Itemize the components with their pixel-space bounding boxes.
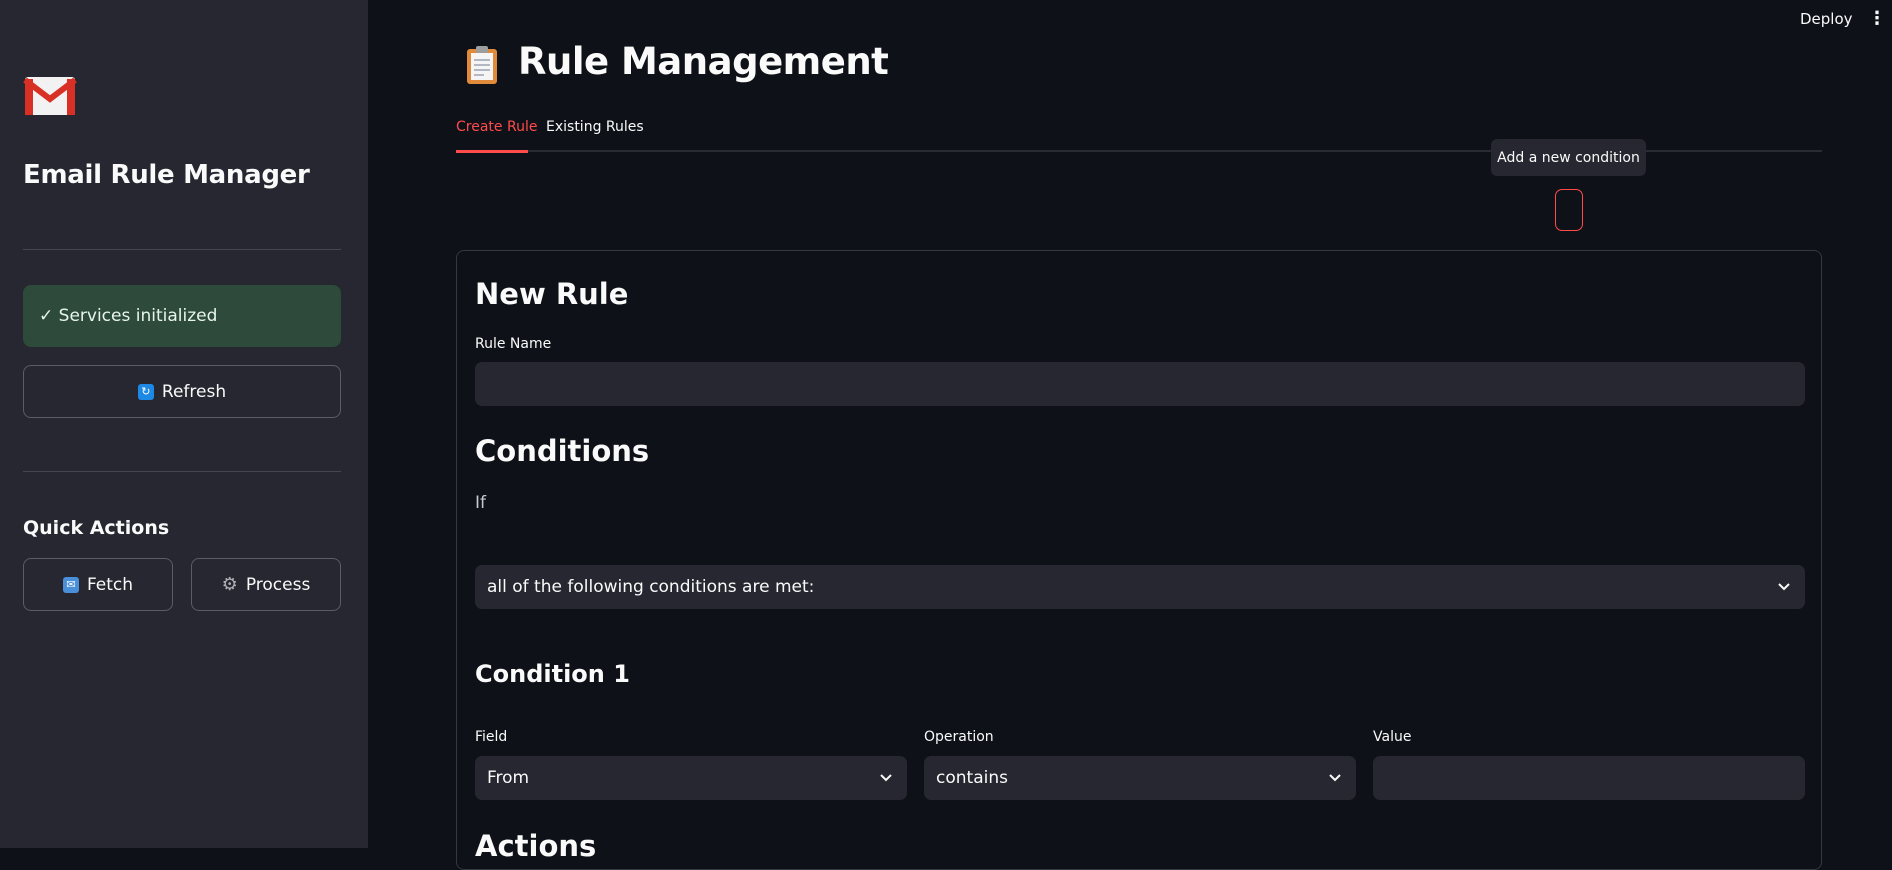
refresh-button[interactable]: ↻ Refresh	[23, 365, 341, 418]
add-condition-button[interactable]	[1555, 189, 1583, 231]
refresh-icon: ↻	[137, 383, 154, 400]
gear-icon: ⚙	[221, 574, 238, 595]
sidebar: Email Rule Manager ✓ Services initialize…	[0, 0, 368, 848]
fetch-button[interactable]: ✉ Fetch	[23, 558, 173, 611]
fetch-label: Fetch	[86, 574, 134, 595]
operation-value: contains	[936, 768, 1008, 788]
field-select[interactable]: From	[475, 756, 907, 800]
page-title: Rule Management	[518, 40, 889, 83]
form-heading: New Rule	[475, 277, 629, 311]
active-tab-indicator	[456, 150, 528, 153]
match-type-select[interactable]: all of the following conditions are met:	[475, 565, 1805, 609]
conditions-heading: Conditions	[475, 434, 650, 468]
value-label: Value	[1373, 729, 1412, 745]
field-value: From	[487, 768, 530, 788]
field-label: Field	[475, 729, 508, 745]
tab-existing-rules[interactable]: Existing Rules	[546, 119, 644, 135]
chevron-down-icon	[1778, 583, 1790, 591]
sidebar-divider	[23, 471, 341, 472]
condition-1-heading: Condition 1	[475, 660, 630, 688]
kebab-menu-icon[interactable]: ⋮	[1868, 10, 1886, 28]
refresh-label: Refresh	[161, 381, 227, 402]
rule-name-label: Rule Name	[475, 336, 552, 352]
rule-name-input[interactable]	[475, 362, 1805, 406]
tab-create-rule[interactable]: Create Rule	[456, 119, 537, 135]
if-text: If	[475, 493, 486, 513]
process-label: Process	[245, 574, 311, 595]
match-type-value: all of the following conditions are met:	[487, 577, 815, 597]
sidebar-divider	[23, 249, 341, 250]
status-badge: ✓ Services initialized	[23, 285, 341, 347]
chevron-down-icon	[1329, 774, 1341, 782]
actions-heading: Actions	[475, 829, 597, 863]
chevron-down-icon	[880, 774, 892, 782]
value-input[interactable]	[1373, 756, 1805, 800]
inbox-icon: ✉	[62, 576, 79, 593]
rule-form: New Rule Rule Name Conditions If all of …	[456, 250, 1822, 870]
quick-actions-title: Quick Actions	[23, 517, 170, 539]
operation-label: Operation	[924, 729, 994, 745]
gmail-icon	[23, 77, 77, 115]
clipboard-icon	[467, 46, 497, 84]
process-button[interactable]: ⚙ Process	[191, 558, 341, 611]
operation-select[interactable]: contains	[924, 756, 1356, 800]
app-title: Email Rule Manager	[23, 160, 310, 190]
tooltip: Add a new condition	[1491, 139, 1646, 176]
deploy-button[interactable]: Deploy	[1800, 10, 1853, 28]
